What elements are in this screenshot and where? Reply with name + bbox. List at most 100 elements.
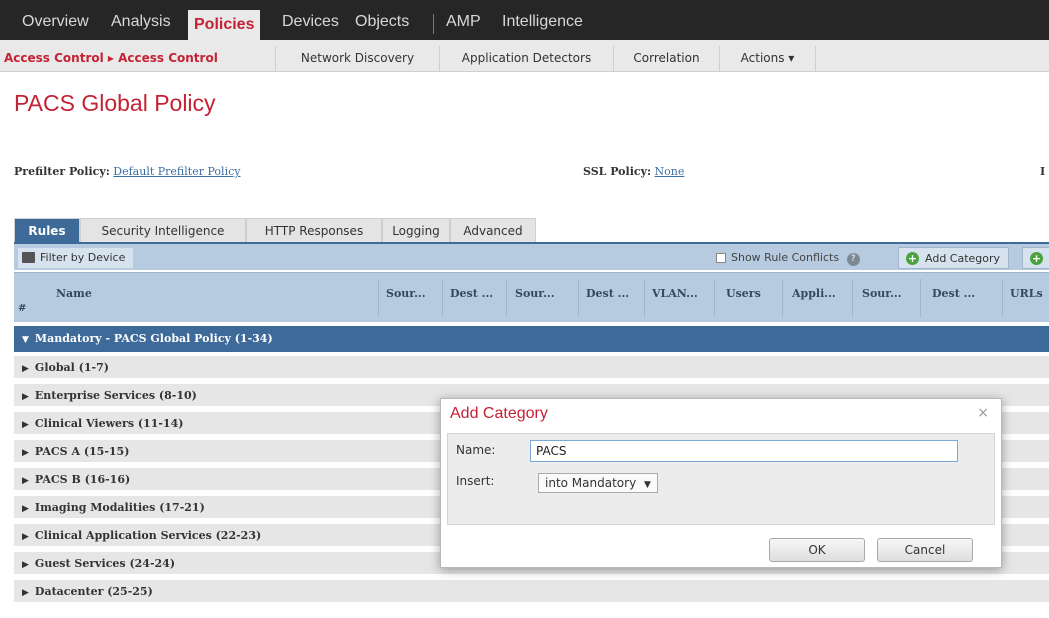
- add-category-label: Add Category: [925, 252, 1001, 265]
- nav-objects[interactable]: Objects: [355, 10, 409, 34]
- nav-intelligence[interactable]: Intelligence: [502, 10, 583, 34]
- category-row[interactable]: ▶ Global (1-7): [14, 356, 1049, 380]
- collapsed-arrow-icon[interactable]: ▶: [22, 357, 29, 381]
- column-divider: [1002, 279, 1003, 317]
- show-rule-conflicts-checkbox[interactable]: [716, 253, 726, 263]
- category-label: Imaging Modalities (17-21): [34, 501, 205, 514]
- column-divider: [714, 279, 715, 317]
- truncated-policy-label: I: [1040, 165, 1045, 178]
- column-dest-networks[interactable]: Dest ...: [586, 287, 629, 300]
- add-category-button[interactable]: + Add Category: [898, 247, 1010, 269]
- column-divider: [378, 279, 379, 317]
- column-urls[interactable]: URLs: [1010, 287, 1043, 300]
- collapsed-arrow-icon[interactable]: ▶: [22, 385, 29, 409]
- top-nav: Overview Analysis Policies Devices Objec…: [0, 0, 1049, 40]
- tab-advanced[interactable]: Advanced: [450, 218, 536, 242]
- column-divider: [578, 279, 579, 317]
- prefilter-policy-info: Prefilter Policy: Default Prefilter Poli…: [14, 165, 240, 178]
- column-divider: [920, 279, 921, 317]
- ok-button[interactable]: OK: [769, 538, 865, 562]
- rule-number-header: #: [18, 303, 27, 314]
- category-label: PACS A (15-15): [34, 445, 130, 458]
- insert-position-select[interactable]: into Mandatory ▼: [538, 473, 658, 493]
- column-source-ports[interactable]: Sour...: [862, 287, 902, 300]
- collapsed-arrow-icon[interactable]: ▶: [22, 413, 29, 437]
- category-label: Clinical Application Services (22-23): [34, 529, 262, 542]
- column-divider: [442, 279, 443, 317]
- collapsed-arrow-icon[interactable]: ▶: [22, 525, 29, 549]
- dropdown-arrow-icon: ▼: [644, 480, 651, 490]
- dialog-form: Name: PACS Insert: into Mandatory ▼: [447, 433, 995, 525]
- insert-position-value: into Mandatory: [545, 476, 637, 490]
- category-label: PACS B (16-16): [34, 473, 131, 486]
- tab-http-responses[interactable]: HTTP Responses: [246, 218, 382, 242]
- breadcrumb[interactable]: Access Control ▸ Access Control: [0, 46, 276, 72]
- collapsed-arrow-icon[interactable]: ▶: [22, 581, 29, 605]
- nav-analysis[interactable]: Analysis: [111, 10, 171, 34]
- subnav-actions-menu[interactable]: Actions ▾: [720, 46, 816, 72]
- column-divider: [852, 279, 853, 317]
- category-label: Clinical Viewers (11-14): [34, 417, 184, 430]
- column-divider: [644, 279, 645, 317]
- collapsed-arrow-icon[interactable]: ▶: [22, 469, 29, 493]
- tab-security-intelligence[interactable]: Security Intelligence: [80, 218, 246, 242]
- column-divider: [782, 279, 783, 317]
- expanded-arrow-icon[interactable]: ▼: [22, 327, 29, 353]
- category-label: Guest Services (24-24): [34, 557, 176, 570]
- column-dest-zones[interactable]: Dest ...: [450, 287, 493, 300]
- cancel-button[interactable]: Cancel: [877, 538, 973, 562]
- mandatory-section-row[interactable]: ▼ Mandatory - PACS Global Policy (1-34): [14, 326, 1049, 352]
- filter-by-device-label: Filter by Device: [40, 251, 126, 264]
- prefilter-policy-label: Prefilter Policy:: [14, 165, 110, 178]
- help-icon[interactable]: ?: [846, 253, 860, 266]
- subnav-correlation[interactable]: Correlation: [614, 46, 720, 72]
- column-dest-ports[interactable]: Dest ...: [932, 287, 975, 300]
- filter-by-device-button[interactable]: Filter by Device: [18, 248, 134, 268]
- nav-overview[interactable]: Overview: [22, 10, 89, 34]
- plus-icon: +: [1030, 252, 1043, 265]
- column-applications[interactable]: Appli...: [792, 287, 836, 300]
- mandatory-section-label: Mandatory - PACS Global Policy (1-34): [34, 332, 273, 345]
- ssl-policy-info: SSL Policy: None: [583, 165, 684, 178]
- ssl-policy-link[interactable]: None: [655, 165, 685, 178]
- show-rule-conflicts-toggle[interactable]: Show Rule Conflicts ?: [716, 249, 860, 267]
- nav-divider: [433, 14, 434, 34]
- column-divider: [506, 279, 507, 317]
- tab-rules[interactable]: Rules: [14, 218, 80, 242]
- column-vlan-tags[interactable]: VLAN...: [652, 287, 698, 300]
- plus-icon: +: [906, 252, 919, 265]
- nav-devices[interactable]: Devices: [282, 10, 339, 34]
- collapsed-arrow-icon[interactable]: ▶: [22, 441, 29, 465]
- category-name-input[interactable]: PACS: [530, 440, 958, 462]
- truncated-policy-label-text: I: [1040, 165, 1046, 178]
- category-row[interactable]: ▶ Datacenter (25-25): [14, 580, 1049, 604]
- show-rule-conflicts-label: Show Rule Conflicts: [731, 251, 840, 264]
- collapsed-arrow-icon[interactable]: ▶: [22, 497, 29, 521]
- nav-amp[interactable]: AMP: [446, 10, 481, 34]
- column-source-zones[interactable]: Sour...: [386, 287, 426, 300]
- add-rule-button[interactable]: +: [1022, 247, 1049, 269]
- tab-logging[interactable]: Logging: [382, 218, 450, 242]
- insert-label: Insert:: [456, 474, 495, 488]
- name-label: Name:: [456, 443, 496, 457]
- dialog-title: Add Category: [450, 405, 548, 422]
- rules-toolbar: Filter by Device Show Rule Conflicts ? +…: [14, 242, 1049, 270]
- subnav-application-detectors[interactable]: Application Detectors: [440, 46, 614, 72]
- column-users[interactable]: Users: [726, 287, 761, 300]
- category-label: Datacenter (25-25): [34, 585, 153, 598]
- page-title: PACS Global Policy: [14, 90, 216, 116]
- collapsed-arrow-icon[interactable]: ▶: [22, 553, 29, 577]
- rules-table-header: # Name Sour... Dest ... Sour... Dest ...…: [14, 272, 1049, 322]
- ssl-policy-label: SSL Policy:: [583, 165, 652, 178]
- close-icon[interactable]: ×: [977, 405, 989, 421]
- device-filter-icon: [22, 252, 35, 263]
- column-source-networks[interactable]: Sour...: [515, 287, 555, 300]
- category-label: Enterprise Services (8-10): [34, 389, 197, 402]
- nav-policies[interactable]: Policies: [188, 10, 261, 40]
- prefilter-policy-link[interactable]: Default Prefilter Policy: [113, 165, 240, 178]
- add-category-dialog: Add Category × Name: PACS Insert: into M…: [440, 398, 1002, 568]
- subnav-network-discovery[interactable]: Network Discovery: [276, 46, 440, 72]
- column-name[interactable]: Name: [56, 287, 92, 300]
- category-label: Global (1-7): [34, 361, 109, 374]
- sub-nav: Access Control ▸ Access Control Network …: [0, 40, 1049, 72]
